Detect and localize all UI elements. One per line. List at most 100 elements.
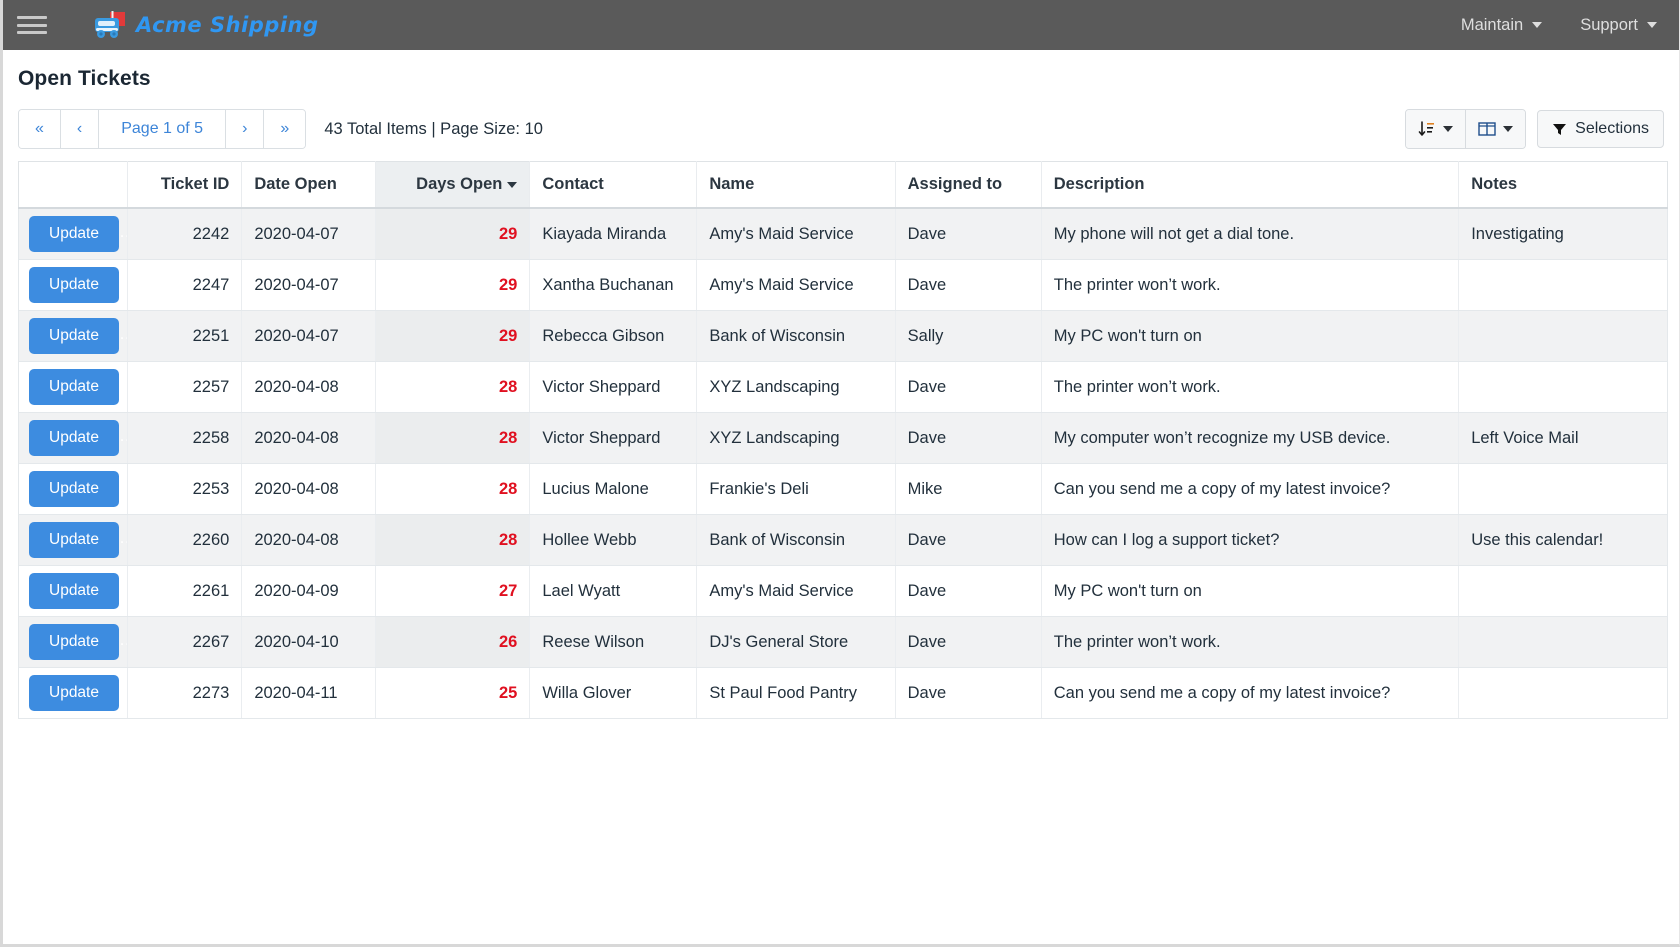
table-row: Update 2258 2020-04-08 28 Victor Sheppard XYZ… bbox=[18, 412, 1668, 464]
brand-logo[interactable]: Acme Shipping bbox=[93, 10, 319, 40]
cell-notes bbox=[1458, 616, 1668, 668]
column-header-name[interactable]: Name bbox=[696, 161, 896, 209]
update-button[interactable]: Update bbox=[29, 420, 119, 456]
update-button[interactable]: Update bbox=[29, 216, 119, 252]
update-button[interactable]: Update bbox=[29, 369, 119, 405]
column-header-ticket-id[interactable]: Ticket ID bbox=[127, 161, 243, 209]
cell-action: Update bbox=[18, 259, 128, 311]
cell-action: Update bbox=[18, 361, 128, 413]
column-header-days-open-label: Days Open bbox=[416, 175, 503, 193]
cell-assigned-to: Dave bbox=[895, 616, 1042, 668]
cell-date-open: 2020-04-11 bbox=[241, 667, 376, 719]
cell-ticket-id: 2273 bbox=[127, 667, 243, 719]
cell-date-open: 2020-04-09 bbox=[241, 565, 376, 617]
column-header-description[interactable]: Description bbox=[1041, 161, 1460, 209]
column-header-contact[interactable]: Contact bbox=[529, 161, 698, 209]
cell-days-open: 29 bbox=[375, 310, 531, 362]
nav-item-support[interactable]: Support bbox=[1580, 16, 1657, 35]
table-toolbar: « ‹ Page 1 of 5 › » 43 Total Items | Pag… bbox=[3, 91, 1679, 153]
cell-notes bbox=[1458, 259, 1668, 311]
cell-description: My phone will not get a dial tone. bbox=[1041, 208, 1460, 260]
filter-icon bbox=[1553, 123, 1567, 135]
pagination-page-label[interactable]: Page 1 of 5 bbox=[99, 110, 227, 148]
column-header-days-open[interactable]: Days Open bbox=[375, 161, 531, 209]
cell-date-open: 2020-04-08 bbox=[241, 514, 376, 566]
update-button[interactable]: Update bbox=[29, 267, 119, 303]
table-row: Update 2253 2020-04-08 28 Lucius Malone Frank… bbox=[18, 463, 1668, 515]
cell-ticket-id: 2251 bbox=[127, 310, 243, 362]
column-header-date-open[interactable]: Date Open bbox=[241, 161, 376, 209]
cell-contact: Rebecca Gibson bbox=[529, 310, 698, 362]
cell-date-open: 2020-04-07 bbox=[241, 208, 376, 260]
cell-date-open: 2020-04-08 bbox=[241, 412, 376, 464]
cell-contact: Victor Sheppard bbox=[529, 361, 698, 413]
nav-item-maintain-label: Maintain bbox=[1460, 15, 1524, 34]
cell-days-open: 28 bbox=[375, 412, 531, 464]
cell-ticket-id: 2260 bbox=[127, 514, 243, 566]
cell-contact: Reese Wilson bbox=[529, 616, 698, 668]
cell-description: My PC won't turn on bbox=[1041, 565, 1460, 617]
cell-assigned-to: Dave bbox=[895, 565, 1042, 617]
table-row: Update 2257 2020-04-08 28 Victor Sheppard XYZ… bbox=[18, 361, 1668, 413]
cell-ticket-id: 2257 bbox=[127, 361, 243, 413]
cell-description: Can you send me a copy of my latest invo… bbox=[1041, 463, 1460, 515]
cell-name: DJ's General Store bbox=[696, 616, 896, 668]
nav-item-maintain[interactable]: Maintain bbox=[1460, 15, 1543, 35]
cell-assigned-to: Dave bbox=[895, 208, 1042, 260]
update-button[interactable]: Update bbox=[29, 318, 119, 354]
cell-days-open: 26 bbox=[375, 616, 531, 668]
column-header-notes[interactable]: Notes bbox=[1458, 161, 1668, 209]
cell-notes bbox=[1458, 361, 1668, 413]
update-button[interactable]: Update bbox=[29, 471, 119, 507]
nav-item-support-label: Support bbox=[1580, 15, 1638, 34]
selections-button[interactable]: Selections bbox=[1537, 110, 1664, 148]
pagination-next-button[interactable]: › bbox=[226, 110, 265, 148]
cell-days-open: 28 bbox=[375, 514, 531, 566]
top-navbar: Acme Shipping Maintain Support bbox=[3, 0, 1679, 50]
update-button[interactable]: Update bbox=[29, 522, 119, 558]
cell-assigned-to: Sally bbox=[895, 310, 1042, 362]
sort-desc-icon bbox=[507, 181, 518, 188]
hamburger-icon[interactable] bbox=[17, 14, 47, 36]
cell-contact: Lucius Malone bbox=[529, 463, 698, 515]
cell-action: Update bbox=[18, 310, 128, 362]
columns-button[interactable] bbox=[1466, 110, 1526, 148]
cell-name: XYZ Landscaping bbox=[696, 361, 896, 413]
column-header-action[interactable] bbox=[18, 161, 128, 209]
page-title: Open Tickets bbox=[18, 67, 151, 90]
cell-notes bbox=[1458, 565, 1668, 617]
cell-assigned-to: Dave bbox=[895, 667, 1042, 719]
cell-assigned-to: Dave bbox=[895, 514, 1042, 566]
cell-name: Amy's Maid Service bbox=[696, 259, 896, 311]
table-body: Update 2242 2020-04-07 29 Kiayada Miranda Amy… bbox=[18, 208, 1668, 719]
table-header-row: Ticket ID Date Open Days Open Contact Na… bbox=[18, 161, 1668, 209]
cell-description: The printer won’t work. bbox=[1041, 361, 1460, 413]
table-row: Update 2251 2020-04-07 29 Rebecca Gibson Bank… bbox=[18, 310, 1668, 362]
view-options-group bbox=[1405, 109, 1527, 149]
update-button[interactable]: Update bbox=[29, 573, 119, 609]
table-header: Ticket ID Date Open Days Open Contact Na… bbox=[18, 161, 1668, 209]
cell-ticket-id: 2253 bbox=[127, 463, 243, 515]
brand-name: Acme Shipping bbox=[136, 13, 319, 37]
pagination-first-button[interactable]: « bbox=[19, 110, 61, 148]
cell-notes: Investigating bbox=[1458, 208, 1668, 260]
update-button[interactable]: Update bbox=[29, 675, 119, 711]
cell-action: Update bbox=[18, 667, 128, 719]
table-row: Update 2247 2020-04-07 29 Xantha Buchanan Amy… bbox=[18, 259, 1668, 311]
cell-contact: Willa Glover bbox=[529, 667, 698, 719]
chevron-down-icon bbox=[1532, 22, 1543, 28]
update-button[interactable]: Update bbox=[29, 624, 119, 660]
cell-notes bbox=[1458, 667, 1668, 719]
toolbar-actions: Selections bbox=[1405, 109, 1664, 149]
cell-days-open: 29 bbox=[375, 259, 531, 311]
pagination-prev-button[interactable]: ‹ bbox=[60, 110, 100, 148]
cell-contact: Xantha Buchanan bbox=[529, 259, 698, 311]
pagination-last-button[interactable]: » bbox=[264, 110, 306, 148]
table-row: Update 2261 2020-04-09 27 Lael Wyatt Amy's Ma… bbox=[18, 565, 1668, 617]
cell-notes bbox=[1458, 310, 1668, 362]
truck-icon bbox=[95, 11, 125, 38]
sort-button[interactable] bbox=[1406, 110, 1467, 148]
tickets-table: Ticket ID Date Open Days Open Contact Na… bbox=[18, 161, 1668, 719]
cell-description: My PC won't turn on bbox=[1041, 310, 1460, 362]
column-header-assigned-to[interactable]: Assigned to bbox=[895, 161, 1042, 209]
